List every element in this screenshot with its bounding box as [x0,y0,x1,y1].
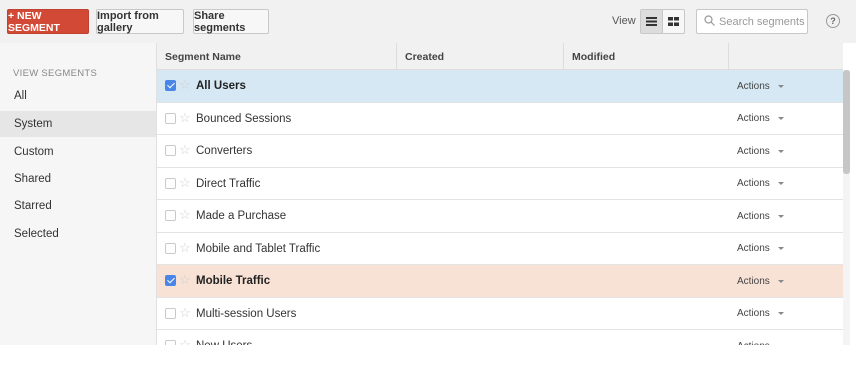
segment-name[interactable]: Multi-session Users [196,298,296,330]
segment-name[interactable]: Mobile and Tablet Traffic [196,233,320,265]
actions-label: Actions [737,178,770,189]
row-checkbox[interactable] [165,177,176,189]
table-row[interactable]: ☆ Converters Actions [157,135,843,168]
star-icon[interactable]: ☆ [179,305,191,321]
scrollbar-thumb[interactable] [843,70,850,174]
actions-label: Actions [737,275,770,287]
sidebar-item-all[interactable]: All [0,83,156,109]
segment-name[interactable]: Mobile Traffic [196,265,270,297]
actions-dropdown[interactable]: Actions [737,233,784,265]
actions-label: Actions [737,145,770,157]
search-icon [704,15,715,26]
sidebar-item-starred[interactable]: Starred [0,193,156,219]
search-box[interactable] [696,9,808,34]
sidebar: VIEW SEGMENTS All System Custom Shared S… [0,43,157,345]
actions-dropdown[interactable]: Actions [737,168,784,200]
row-checkbox[interactable] [165,210,176,221]
caret-down-icon [777,279,784,283]
star-icon[interactable]: ☆ [179,240,191,256]
actions-label: Actions [737,243,770,254]
column-header-segment-name[interactable]: Segment Name [157,43,397,70]
star-icon[interactable]: ☆ [179,337,191,345]
list-view-button[interactable] [640,9,663,34]
row-checkbox[interactable] [165,340,176,345]
caret-down-icon [777,84,784,88]
caret-down-icon [777,247,784,250]
star-icon[interactable]: ☆ [179,207,191,223]
row-checkbox[interactable] [165,275,176,286]
sidebar-heading: VIEW SEGMENTS [13,68,98,79]
column-header-actions [729,43,843,70]
toolbar: + NEW SEGMENT Import from gallery Share … [0,0,856,43]
caret-down-icon [777,149,784,153]
star-icon[interactable]: ☆ [179,77,191,93]
grid-view-icon [668,17,679,26]
segment-name[interactable]: All Users [196,70,246,102]
table-row[interactable]: ☆ New Users Actions [157,330,843,345]
list-view-icon [646,17,657,26]
column-header-modified[interactable]: Modified [564,43,729,70]
sidebar-item-custom[interactable]: Custom [0,139,156,165]
actions-dropdown[interactable]: Actions [737,330,784,345]
actions-label: Actions [737,341,770,346]
row-checkbox[interactable] [165,80,176,91]
help-icon[interactable]: ? [826,14,840,28]
actions-dropdown[interactable]: Actions [737,70,784,102]
row-checkbox[interactable] [165,242,176,254]
table-row[interactable]: ☆ Mobile and Tablet Traffic Actions [157,232,843,265]
caret-down-icon [777,117,784,120]
actions-dropdown[interactable]: Actions [737,135,784,167]
star-icon[interactable]: ☆ [179,110,191,126]
sidebar-item-selected[interactable]: Selected [0,221,156,247]
actions-dropdown[interactable]: Actions [737,200,784,232]
actions-label: Actions [737,80,770,92]
table-row[interactable]: ☆ Made a Purchase Actions [157,200,843,233]
table-row[interactable]: ☆ Multi-session Users Actions [157,297,843,330]
caret-down-icon [777,344,784,345]
actions-label: Actions [737,113,770,124]
table-row[interactable]: ☆ All Users Actions [157,70,843,103]
actions-dropdown[interactable]: Actions [737,265,784,297]
caret-down-icon [777,214,784,218]
sidebar-item-system[interactable]: System [0,111,156,137]
segment-name[interactable]: Bounced Sessions [196,103,291,135]
actions-label: Actions [737,210,770,222]
search-input[interactable] [719,14,805,30]
caret-down-icon [777,312,784,315]
actions-dropdown[interactable]: Actions [737,103,784,135]
table-body: ☆ All Users Actions ☆ Bounced Sessions Action… [157,70,843,345]
table-header: Segment Name Created Modified [157,43,843,70]
actions-label: Actions [737,308,770,319]
scrollbar[interactable] [843,70,850,345]
import-from-gallery-button[interactable]: Import from gallery [96,9,184,34]
table-row[interactable]: ☆ Bounced Sessions Actions [157,102,843,135]
star-icon[interactable]: ☆ [179,272,191,288]
share-segments-button[interactable]: Share segments [193,9,269,34]
table-row[interactable]: ☆ Mobile Traffic Actions [157,265,843,298]
segment-name[interactable]: Direct Traffic [196,168,260,200]
view-label: View [612,15,636,27]
caret-down-icon [777,182,784,185]
grid-view-button[interactable] [662,9,685,34]
row-checkbox[interactable] [165,145,176,156]
column-header-created[interactable]: Created [397,43,564,70]
row-checkbox[interactable] [165,112,176,124]
segment-name[interactable]: Converters [196,135,252,167]
table-row[interactable]: ☆ Direct Traffic Actions [157,167,843,200]
star-icon[interactable]: ☆ [179,175,191,191]
new-segment-button[interactable]: + NEW SEGMENT [7,9,89,34]
segment-name[interactable]: New Users [196,330,252,345]
star-icon[interactable]: ☆ [179,142,191,158]
actions-dropdown[interactable]: Actions [737,298,784,330]
segments-table: Segment Name Created Modified ☆ All Users… [157,43,843,345]
sidebar-item-shared[interactable]: Shared [0,166,156,192]
row-checkbox[interactable] [165,307,176,319]
segment-name[interactable]: Made a Purchase [196,200,286,232]
